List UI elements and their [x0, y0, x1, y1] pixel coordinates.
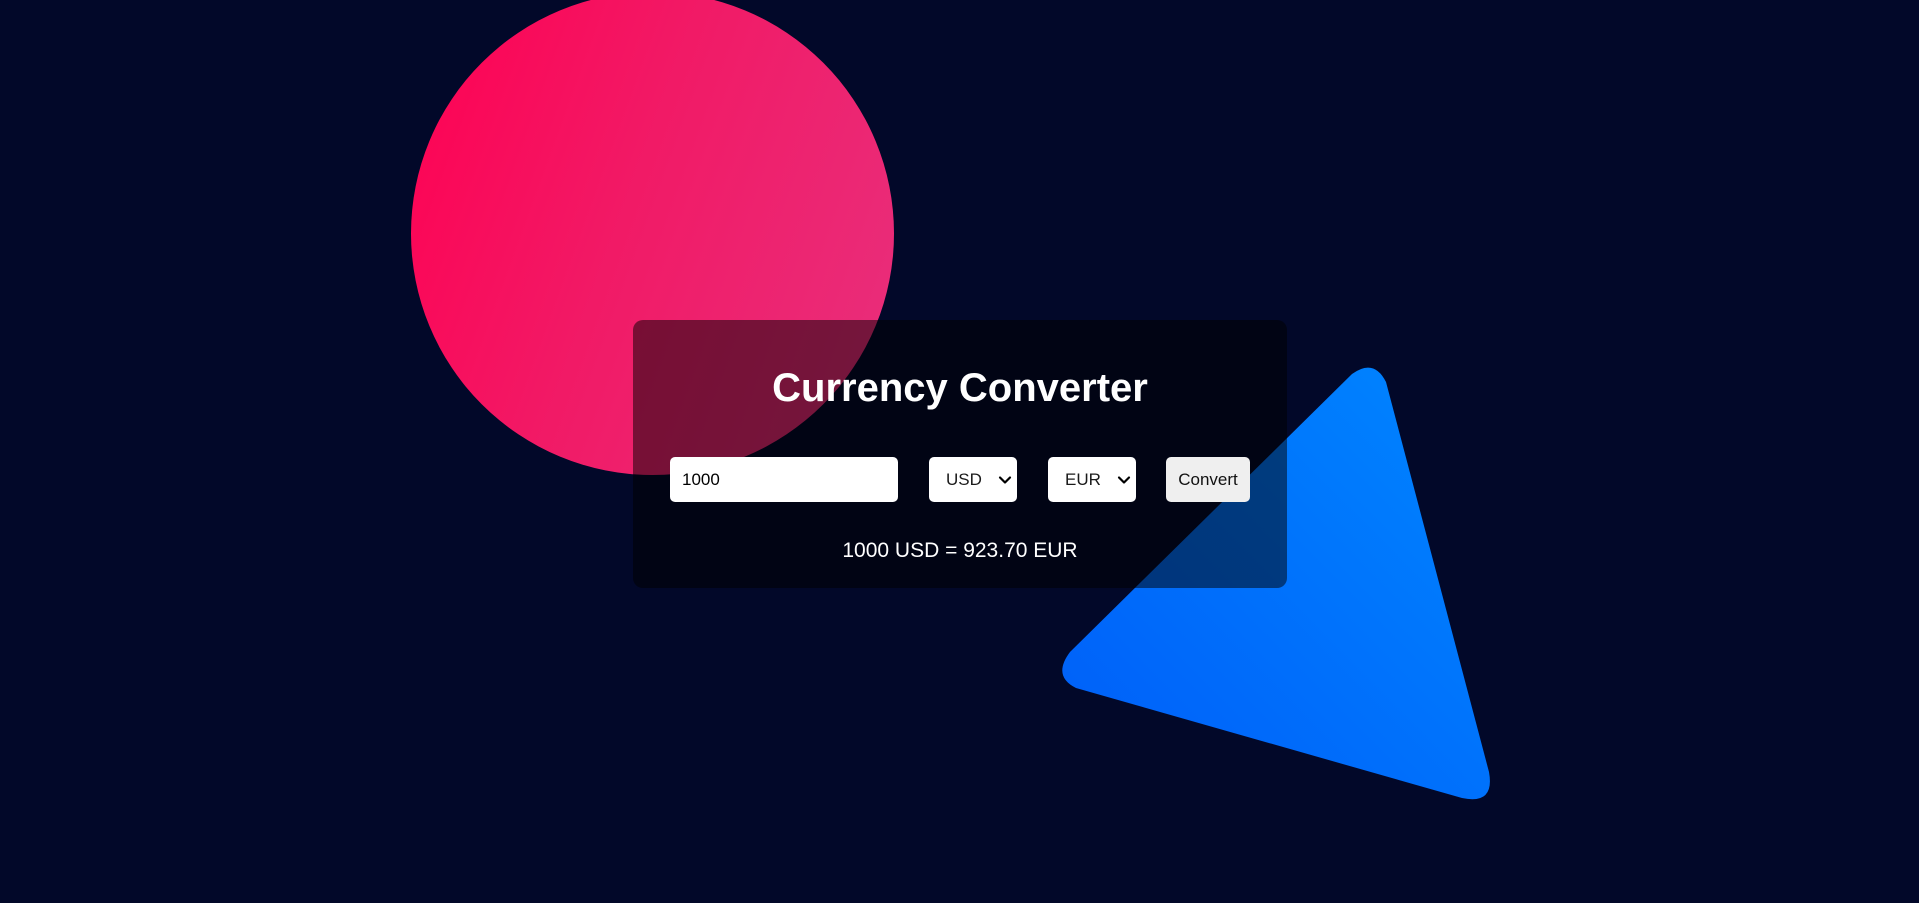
- conversion-result: 1000 USD = 923.70 EUR: [842, 539, 1078, 562]
- converter-card: Currency Converter USD EUR Convert 1000 …: [633, 320, 1287, 588]
- chevron-down-icon: [998, 476, 1012, 484]
- page-title: Currency Converter: [772, 366, 1148, 410]
- convert-button[interactable]: Convert: [1166, 457, 1250, 502]
- from-currency-select[interactable]: USD: [929, 457, 1017, 502]
- to-currency-value: EUR: [1065, 469, 1101, 489]
- from-currency-value: USD: [946, 469, 982, 489]
- to-currency-select[interactable]: EUR: [1048, 457, 1136, 502]
- chevron-down-icon: [1117, 476, 1131, 484]
- amount-input[interactable]: [670, 457, 898, 502]
